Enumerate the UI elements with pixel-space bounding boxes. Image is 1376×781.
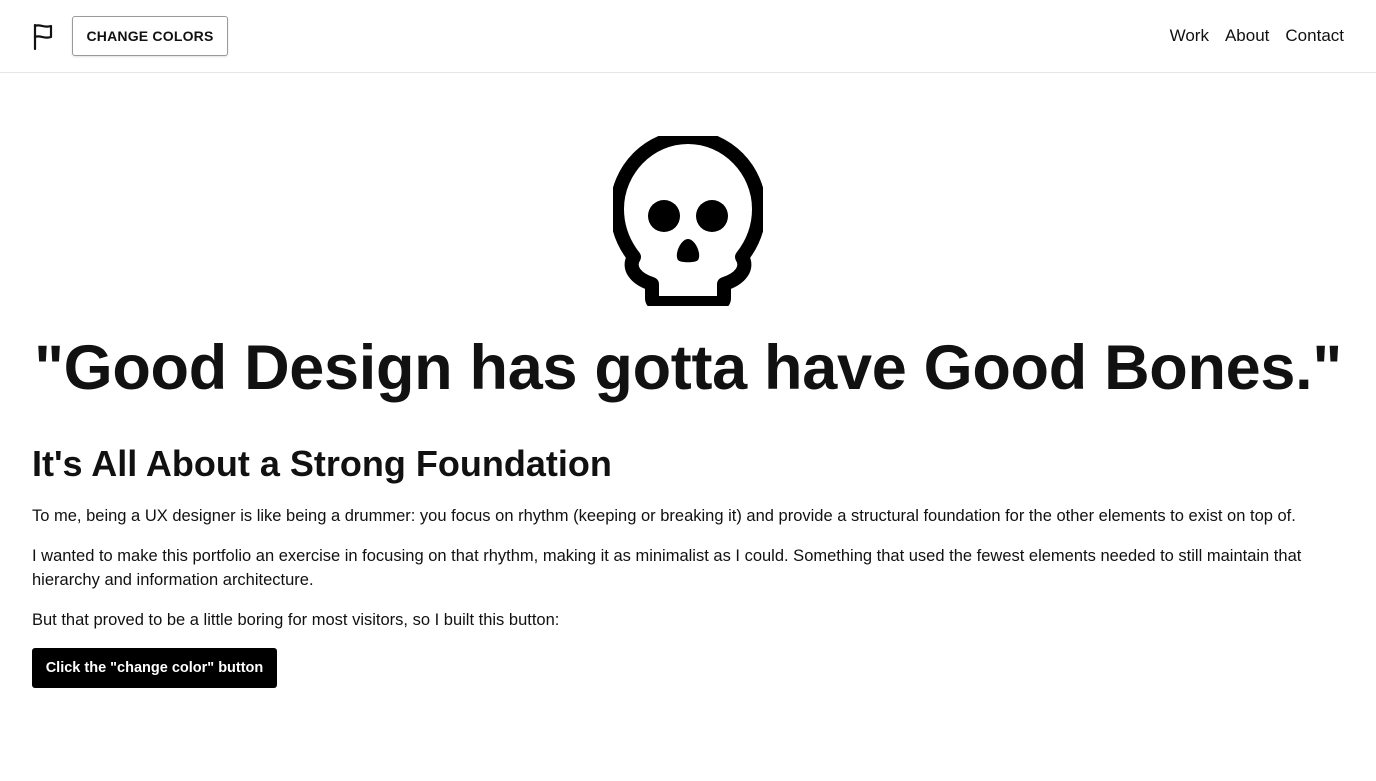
intro-paragraph: To me, being a UX designer is like being… — [32, 507, 1296, 525]
change-colors-button[interactable]: CHANGE COLORS — [72, 16, 228, 56]
main-content: It's All About a Strong Foundation To me… — [32, 440, 1348, 688]
change-color-cta-button[interactable]: Click the "change color" button — [32, 648, 277, 688]
button-intro-paragraph: But that proved to be a little boring fo… — [32, 611, 560, 629]
flag-icon[interactable] — [32, 22, 56, 50]
site-header: CHANGE COLORS Work About Contact — [0, 0, 1376, 73]
skull-icon — [613, 136, 763, 306]
section-title: It's All About a Strong Foundation — [32, 443, 612, 484]
nav-link-work[interactable]: Work — [1170, 24, 1209, 48]
hero-quote: "Good Design has gotta have Good Bones." — [34, 333, 1342, 403]
nav-link-contact[interactable]: Contact — [1285, 24, 1344, 48]
nav-link-about[interactable]: About — [1225, 24, 1269, 48]
main-nav: Work About Contact — [1170, 24, 1344, 48]
portfolio-paragraph: I wanted to make this portfolio an exerc… — [32, 547, 1302, 589]
